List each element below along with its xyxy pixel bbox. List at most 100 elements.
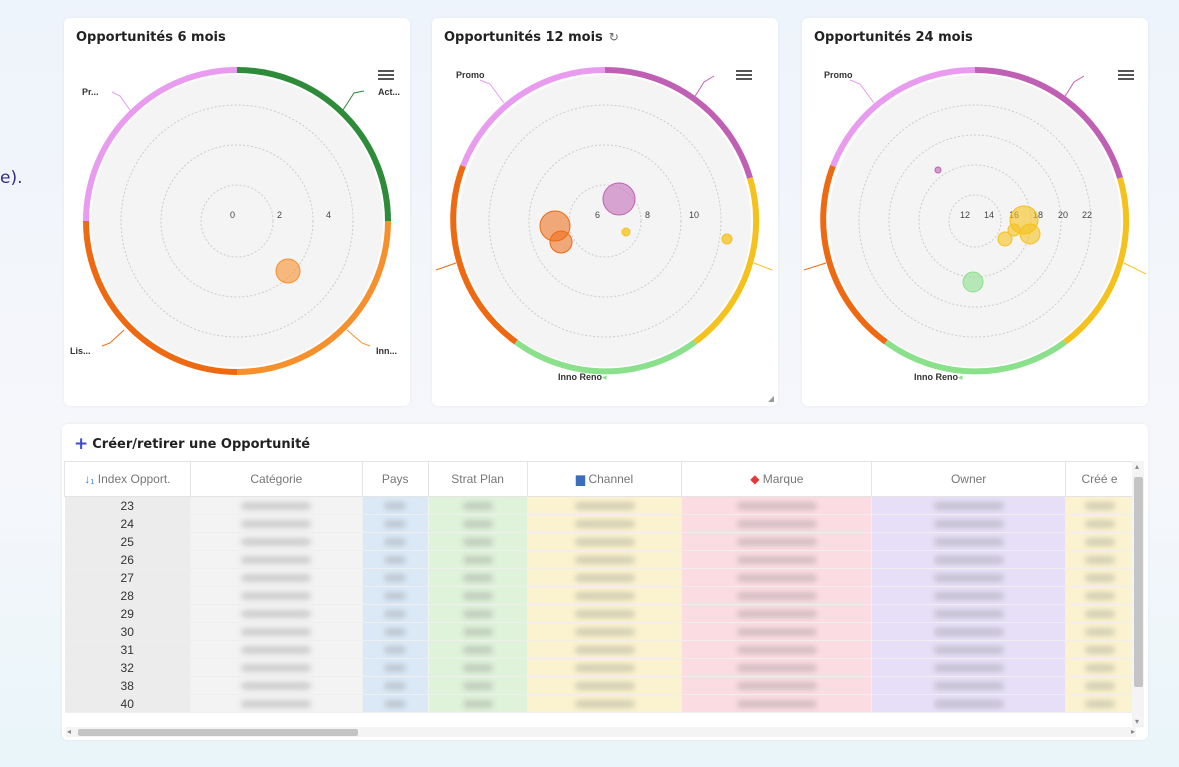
col-header-owner[interactable]: Owner	[871, 461, 1067, 497]
blurred-cell[interactable]	[362, 640, 429, 659]
blurred-cell[interactable]	[190, 586, 363, 605]
blurred-cell[interactable]	[190, 496, 363, 515]
blurred-cell[interactable]	[527, 496, 683, 515]
blurred-cell[interactable]	[190, 550, 363, 569]
blurred-cell[interactable]	[527, 586, 683, 605]
blurred-cell[interactable]	[428, 658, 528, 677]
blurred-cell[interactable]	[428, 640, 528, 659]
blurred-cell[interactable]	[428, 532, 528, 551]
blurred-cell[interactable]	[362, 532, 429, 551]
blurred-cell[interactable]	[527, 604, 683, 623]
blurred-cell[interactable]	[1065, 514, 1134, 533]
table-row[interactable]: 31	[64, 640, 1134, 659]
table-row[interactable]: 29	[64, 604, 1134, 623]
blurred-cell[interactable]	[428, 550, 528, 569]
col-header-marque[interactable]: ◆ Marque	[681, 461, 873, 497]
horizontal-scrollbar[interactable]: ◂ ▸	[66, 727, 1136, 737]
col-header-index[interactable]: ↓₁ Index Opport.	[64, 461, 191, 497]
blurred-cell[interactable]	[681, 514, 873, 533]
col-header-categorie[interactable]: Catégorie	[189, 461, 363, 497]
blurred-cell[interactable]	[871, 514, 1067, 533]
blurred-cell[interactable]	[190, 640, 363, 659]
blurred-cell[interactable]	[527, 550, 683, 569]
blurred-cell[interactable]	[871, 658, 1067, 677]
blurred-cell[interactable]	[190, 514, 363, 533]
blurred-cell[interactable]	[362, 622, 429, 641]
blurred-cell[interactable]	[190, 622, 363, 641]
blurred-cell[interactable]	[1065, 532, 1134, 551]
blurred-cell[interactable]	[1065, 496, 1134, 515]
blurred-cell[interactable]	[681, 604, 873, 623]
blurred-cell[interactable]	[362, 676, 429, 695]
table-row[interactable]: 23	[64, 496, 1134, 515]
blurred-cell[interactable]	[362, 514, 429, 533]
blurred-cell[interactable]	[681, 658, 873, 677]
table-row[interactable]: 28	[64, 586, 1134, 605]
blurred-cell[interactable]	[871, 694, 1067, 713]
blurred-cell[interactable]	[681, 586, 873, 605]
blurred-cell[interactable]	[681, 532, 873, 551]
blurred-cell[interactable]	[527, 532, 683, 551]
blurred-cell[interactable]	[871, 532, 1067, 551]
blurred-cell[interactable]	[1065, 568, 1134, 587]
blurred-cell[interactable]	[190, 676, 363, 695]
blurred-cell[interactable]	[681, 622, 873, 641]
col-header-channel[interactable]: ▆ Channel	[526, 461, 683, 497]
blurred-cell[interactable]	[527, 658, 683, 677]
blurred-cell[interactable]	[1065, 676, 1134, 695]
blurred-cell[interactable]	[362, 586, 429, 605]
blurred-cell[interactable]	[362, 604, 429, 623]
blurred-cell[interactable]	[428, 622, 528, 641]
blurred-cell[interactable]	[362, 550, 429, 569]
create-opportunity-button[interactable]: + Créer/retirer une Opportunité	[74, 434, 310, 454]
blurred-cell[interactable]	[1065, 658, 1134, 677]
blurred-cell[interactable]	[190, 694, 363, 713]
blurred-cell[interactable]	[871, 676, 1067, 695]
blurred-cell[interactable]	[428, 586, 528, 605]
blurred-cell[interactable]	[871, 550, 1067, 569]
table-row[interactable]: 27	[64, 568, 1134, 587]
blurred-cell[interactable]	[681, 694, 873, 713]
blurred-cell[interactable]	[362, 658, 429, 677]
table-row[interactable]: 30	[64, 622, 1134, 641]
blurred-cell[interactable]	[428, 514, 528, 533]
blurred-cell[interactable]	[527, 694, 683, 713]
blurred-cell[interactable]	[1065, 640, 1134, 659]
blurred-cell[interactable]	[190, 532, 363, 551]
blurred-cell[interactable]	[681, 568, 873, 587]
blurred-cell[interactable]	[527, 568, 683, 587]
blurred-cell[interactable]	[1065, 586, 1134, 605]
blurred-cell[interactable]	[871, 568, 1067, 587]
table-row[interactable]: 24	[64, 514, 1134, 533]
blurred-cell[interactable]	[428, 694, 528, 713]
col-header-cree[interactable]: Créé e	[1065, 461, 1134, 497]
table-row[interactable]: 26	[64, 550, 1134, 569]
blurred-cell[interactable]	[1065, 694, 1134, 713]
resize-handle-icon[interactable]	[768, 396, 774, 402]
blurred-cell[interactable]	[527, 640, 683, 659]
blurred-cell[interactable]	[1065, 550, 1134, 569]
table-row[interactable]: 38	[64, 676, 1134, 695]
blurred-cell[interactable]	[1065, 604, 1134, 623]
blurred-cell[interactable]	[871, 604, 1067, 623]
blurred-cell[interactable]	[428, 568, 528, 587]
vertical-scrollbar[interactable]: ▴ ▾	[1132, 461, 1144, 727]
blurred-cell[interactable]	[428, 676, 528, 695]
blurred-cell[interactable]	[190, 568, 363, 587]
table-row[interactable]: 25	[64, 532, 1134, 551]
blurred-cell[interactable]	[871, 640, 1067, 659]
blurred-cell[interactable]	[428, 496, 528, 515]
blurred-cell[interactable]	[527, 622, 683, 641]
blurred-cell[interactable]	[527, 676, 683, 695]
table-row[interactable]: 32	[64, 658, 1134, 677]
blurred-cell[interactable]	[871, 622, 1067, 641]
col-header-pays[interactable]: Pays	[361, 461, 429, 497]
col-header-strat-plan[interactable]: Strat Plan	[427, 461, 528, 497]
blurred-cell[interactable]	[681, 676, 873, 695]
blurred-cell[interactable]	[871, 496, 1067, 515]
table-row[interactable]: 40	[64, 694, 1134, 713]
blurred-cell[interactable]	[190, 604, 363, 623]
blurred-cell[interactable]	[871, 586, 1067, 605]
blurred-cell[interactable]	[681, 640, 873, 659]
blurred-cell[interactable]	[362, 496, 429, 515]
